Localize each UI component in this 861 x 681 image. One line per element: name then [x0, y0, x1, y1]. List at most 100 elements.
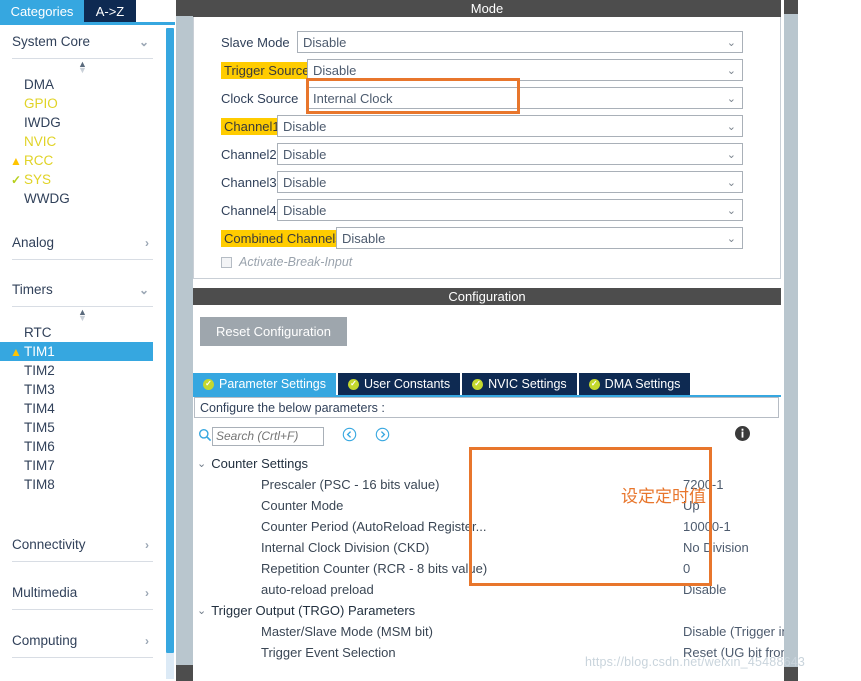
- sidebar-item-gpio[interactable]: GPIO: [0, 94, 165, 113]
- sidebar-item-tim8-label: TIM8: [24, 477, 55, 492]
- channel4-label: Channel4: [221, 202, 277, 218]
- categories-sidebar: Categories A->Z System Core ⌄ ▲ ▼ DMA GP…: [0, 0, 175, 681]
- check-circle-icon: ✓: [472, 378, 484, 390]
- channel1-select[interactable]: Disable ⌄: [277, 115, 743, 137]
- sidebar-item-tim6-label: TIM6: [24, 439, 55, 454]
- search-previous-button[interactable]: [342, 427, 357, 445]
- info-icon[interactable]: [734, 425, 751, 445]
- chevron-down-icon: ⌄: [726, 232, 736, 245]
- tab-user-constants[interactable]: ✓ User Constants: [338, 373, 461, 395]
- param-group-trgo-parameters[interactable]: ⌄ Trigger Output (TRGO) Parameters: [193, 600, 779, 621]
- reset-configuration-button[interactable]: Reset Configuration: [200, 317, 347, 346]
- activate-break-input-row[interactable]: Activate-Break-Input: [221, 255, 352, 269]
- sidebar-item-sys[interactable]: ✓ SYS: [0, 170, 165, 189]
- chevron-down-icon: ⌄: [726, 204, 736, 217]
- param-clock-division-name: Internal Clock Division (CKD): [261, 540, 430, 555]
- channel4-select[interactable]: Disable ⌄: [277, 199, 743, 221]
- param-row-repetition-counter[interactable]: Repetition Counter (RCR - 8 bits value) …: [193, 558, 779, 579]
- sidebar-item-iwdg[interactable]: IWDG: [0, 113, 165, 132]
- trigger-source-select[interactable]: Disable ⌄: [307, 59, 743, 81]
- sidebar-item-tim5-label: TIM5: [24, 420, 55, 435]
- sidebar-item-tim2[interactable]: TIM2: [0, 361, 165, 380]
- check-circle-icon: ✓: [588, 378, 600, 390]
- warning-triangle-icon: ▲: [10, 344, 22, 359]
- combined-channels-select[interactable]: Disable ⌄: [336, 227, 743, 249]
- channel2-select[interactable]: Disable ⌄: [277, 143, 743, 165]
- channel3-value: Disable: [283, 174, 327, 190]
- timers-scroll-spinner[interactable]: ▲ ▼: [0, 307, 165, 323]
- sidebar-item-dma[interactable]: DMA: [0, 75, 165, 94]
- clock-source-select[interactable]: Internal Clock ⌄: [307, 87, 743, 109]
- param-group-counter-settings[interactable]: ⌄ Counter Settings: [193, 453, 779, 474]
- tab-nvic-settings[interactable]: ✓ NVIC Settings: [462, 373, 577, 395]
- sidebar-section-analog[interactable]: Analog ›: [12, 226, 153, 260]
- search-icon: [198, 428, 212, 445]
- system-core-scroll-spinner[interactable]: ▲ ▼: [0, 59, 165, 75]
- divider-top-cap: [176, 0, 193, 16]
- param-row-counter-period[interactable]: Counter Period (AutoReload Register... 1…: [193, 516, 779, 537]
- sidebar-scrollbar-remainder[interactable]: [166, 653, 174, 679]
- tab-categories[interactable]: Categories: [0, 0, 84, 22]
- channel3-label: Channel3: [221, 174, 277, 190]
- sidebar-section-system-core[interactable]: System Core ⌄: [12, 25, 153, 59]
- sidebar-item-wwdg[interactable]: WWDG: [0, 189, 165, 208]
- slave-mode-select[interactable]: Disable ⌄: [297, 31, 743, 53]
- tab-a-to-z[interactable]: A->Z: [84, 0, 136, 22]
- right-gutter-bottom-cap: [784, 667, 798, 681]
- channel1-value: Disable: [283, 118, 327, 134]
- channel2-label: Channel2: [221, 146, 277, 162]
- sidebar-item-nvic[interactable]: NVIC: [0, 132, 165, 151]
- sidebar-item-sys-label: SYS: [24, 172, 52, 187]
- sidebar-item-tim3-label: TIM3: [24, 382, 55, 397]
- sidebar-item-rtc[interactable]: RTC: [0, 323, 165, 342]
- sidebar-item-tim4-label: TIM4: [24, 401, 55, 416]
- sidebar-section-connectivity[interactable]: Connectivity ›: [12, 528, 153, 562]
- search-input[interactable]: [212, 426, 324, 446]
- param-row-master-slave-mode[interactable]: Master/Slave Mode (MSM bit) Disable (Tri…: [193, 621, 861, 642]
- sidebar-section-multimedia[interactable]: Multimedia ›: [12, 576, 153, 610]
- param-auto-reload-preload-value[interactable]: Disable: [683, 582, 726, 597]
- sidebar-item-nvic-label: NVIC: [24, 134, 57, 149]
- system-core-items: DMA GPIO IWDG NVIC ▲ RCC ✓ SYS WWDG: [0, 75, 165, 212]
- sidebar-section-timers[interactable]: Timers ⌄: [12, 273, 153, 307]
- param-counter-mode-name: Counter Mode: [261, 498, 344, 513]
- param-clock-division-value[interactable]: No Division: [683, 540, 749, 555]
- sidebar-item-tim5[interactable]: TIM5: [0, 418, 165, 437]
- sidebar-section-computing[interactable]: Computing ›: [12, 624, 153, 658]
- sidebar-section-multimedia-label: Multimedia: [12, 585, 78, 600]
- sidebar-scrollbar-thumb[interactable]: [166, 28, 174, 653]
- configuration-hint-text: Configure the below parameters :: [200, 400, 385, 415]
- tab-dma-settings[interactable]: ✓ DMA Settings: [578, 373, 691, 395]
- channel3-select[interactable]: Disable ⌄: [277, 171, 743, 193]
- sidebar-section-analog-label: Analog: [12, 235, 55, 250]
- chevron-right-icon: ›: [145, 585, 149, 600]
- sidebar-item-tim4[interactable]: TIM4: [0, 399, 165, 418]
- search-next-button[interactable]: [375, 427, 390, 445]
- mode-row-trigger-source: Trigger Source: [221, 57, 313, 83]
- sidebar-item-tim2-label: TIM2: [24, 363, 55, 378]
- slave-mode-label: Slave Mode: [221, 34, 290, 50]
- sidebar-item-tim3[interactable]: TIM3: [0, 380, 165, 399]
- param-row-clock-division[interactable]: Internal Clock Division (CKD) No Divisio…: [193, 537, 779, 558]
- mode-row-channel2: Channel2: [221, 141, 281, 167]
- sidebar-item-tim6[interactable]: TIM6: [0, 437, 165, 456]
- sidebar-item-tim1[interactable]: ▲ TIM1: [0, 342, 153, 361]
- tab-parameter-settings[interactable]: ✓ Parameter Settings: [193, 373, 336, 395]
- warning-triangle-icon: ▲: [10, 153, 22, 168]
- sidebar-item-wwdg-label: WWDG: [24, 191, 70, 206]
- tab-nvic-settings-label: NVIC Settings: [488, 377, 567, 391]
- param-counter-period-value[interactable]: 10000-1: [683, 519, 731, 534]
- param-group-counter-settings-label: Counter Settings: [211, 456, 309, 471]
- param-repetition-counter-value[interactable]: 0: [683, 561, 690, 576]
- param-row-auto-reload-preload[interactable]: auto-reload preload Disable: [193, 579, 779, 600]
- sidebar-item-tim7[interactable]: TIM7: [0, 456, 165, 475]
- chevron-right-icon: ›: [145, 633, 149, 648]
- window-divider: [176, 0, 193, 681]
- check-circle-icon: ✓: [203, 378, 214, 390]
- sidebar-item-tim8[interactable]: TIM8: [0, 475, 165, 494]
- check-mark-icon: ✓: [10, 172, 22, 187]
- sidebar-section-system-core-label: System Core: [12, 34, 91, 49]
- activate-break-input-checkbox[interactable]: [221, 256, 232, 268]
- desktop-background: [798, 0, 861, 681]
- sidebar-item-rcc[interactable]: ▲ RCC: [0, 151, 165, 170]
